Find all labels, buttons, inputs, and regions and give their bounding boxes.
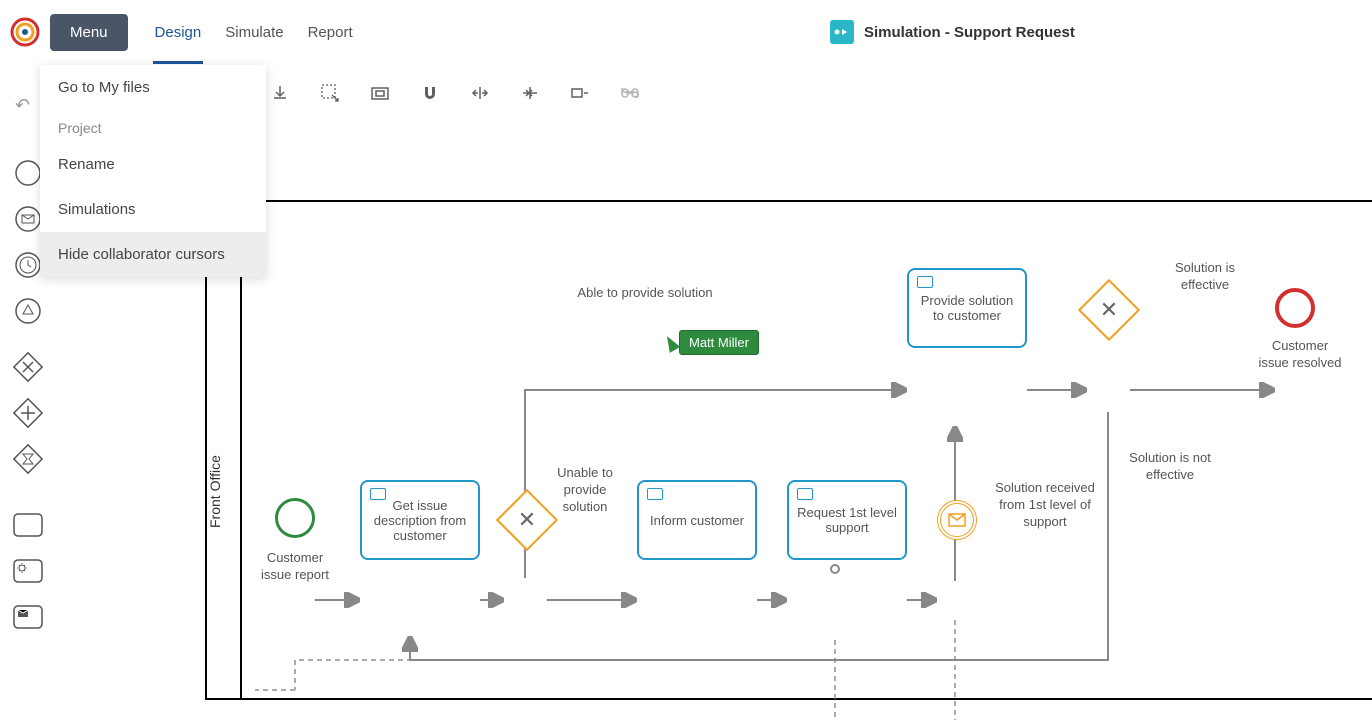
mode-tabs: Design Simulate Report xyxy=(153,14,355,51)
message-flow-marker xyxy=(830,564,840,574)
app-logo-icon xyxy=(10,17,40,47)
gateway-label-effective: Solution is effective xyxy=(1165,260,1245,294)
simulation-badge[interactable]: Simulation - Support Request xyxy=(830,20,1075,44)
cursor-pointer-icon xyxy=(662,333,680,353)
menu-item-hide-cursors[interactable]: Hide collaborator cursors xyxy=(40,232,266,277)
tab-simulate[interactable]: Simulate xyxy=(223,14,285,51)
task-inform-customer[interactable]: Inform customer xyxy=(637,480,757,560)
message-event-label: Solution received from 1st level of supp… xyxy=(995,480,1095,531)
fit-icon[interactable] xyxy=(370,83,390,103)
download-icon[interactable] xyxy=(270,83,290,103)
menu-item-rename[interactable]: Rename xyxy=(40,142,266,187)
shape-task-icon[interactable] xyxy=(10,507,46,543)
gateway-label-able: Able to provide solution xyxy=(565,285,725,302)
distribute-h-icon[interactable] xyxy=(470,83,490,103)
menu-button[interactable]: Menu xyxy=(50,14,128,51)
task-get-issue[interactable]: Get issue description from customer xyxy=(360,480,480,560)
undo-icon[interactable]: ↶ xyxy=(15,95,30,116)
shape-gateway-plus-icon[interactable] xyxy=(10,395,46,431)
simulation-title: Simulation - Support Request xyxy=(864,24,1075,41)
end-event[interactable] xyxy=(1275,288,1315,328)
gateway-label-unable: Unable to provide solution xyxy=(545,465,625,516)
simulation-icon xyxy=(830,20,854,44)
align-icon[interactable] xyxy=(570,83,590,103)
task-request-support[interactable]: Request 1st level support xyxy=(787,480,907,560)
message-event-received[interactable] xyxy=(937,500,977,540)
select-area-icon[interactable] xyxy=(320,83,340,103)
app-header: Menu Design Simulate Report Simulation -… xyxy=(0,0,1372,65)
collaborator-name-badge: Matt Miller xyxy=(679,330,759,355)
task-provide-solution[interactable]: Provide solution to customer xyxy=(907,268,1027,348)
menu-section-project: Project xyxy=(40,110,266,142)
shape-signal-icon[interactable] xyxy=(10,293,46,329)
start-event-label: Customer issue report xyxy=(255,550,335,584)
menu-item-my-files[interactable]: Go to My files xyxy=(40,65,266,110)
tab-report[interactable]: Report xyxy=(306,14,355,51)
link-icon[interactable] xyxy=(620,83,640,103)
shape-gateway-x-icon[interactable] xyxy=(10,349,46,385)
shape-service-icon[interactable] xyxy=(10,553,46,589)
magnet-icon[interactable] xyxy=(420,83,440,103)
end-event-label: Customer issue resolved xyxy=(1255,338,1345,372)
menu-item-simulations[interactable]: Simulations xyxy=(40,187,266,232)
gateway-label-not-effective: Solution is not effective xyxy=(1125,450,1215,484)
shape-send-icon[interactable] xyxy=(10,599,46,635)
start-event[interactable] xyxy=(275,498,315,538)
shape-gateway-complex-icon[interactable] xyxy=(10,441,46,477)
menu-dropdown: Go to My files Project Rename Simulation… xyxy=(40,65,266,277)
distribute-v-icon[interactable] xyxy=(520,83,540,103)
tab-design[interactable]: Design xyxy=(153,14,204,51)
collaborator-cursor: Matt Miller xyxy=(665,330,759,355)
